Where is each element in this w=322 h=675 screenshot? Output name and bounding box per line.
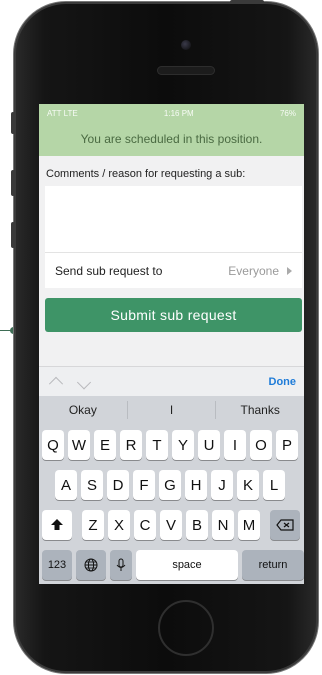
globe-key[interactable] [76,550,106,580]
suggestion-3[interactable]: Thanks [216,403,304,417]
battery-label: 76% [279,108,296,118]
submit-sub-request-button[interactable]: Submit sub request [45,298,302,332]
key-j[interactable]: J [211,470,233,500]
comments-textarea[interactable] [45,186,302,252]
volume-up-button [11,170,15,196]
numbers-key[interactable]: 123 [42,550,72,580]
send-to-row[interactable]: Send sub request to Everyone [45,252,302,288]
carrier-label: ATT LTE [47,108,78,118]
key-row-3: Z X C V B N M [42,510,300,540]
suggestion-1[interactable]: Okay [39,403,127,417]
backspace-icon [276,519,294,531]
return-key[interactable]: return [242,550,304,580]
key-p[interactable]: P [276,430,298,460]
keyboard-accessory-bar: Done [39,366,304,396]
keyboard: Okay I Thanks Q W E R T Y U I O P A S D … [39,396,304,584]
key-x[interactable]: X [108,510,130,540]
field-nav [48,373,103,391]
key-v[interactable]: V [160,510,182,540]
key-s[interactable]: S [81,470,103,500]
comments-label: Comments / reason for requesting a sub: [46,168,246,180]
submit-button-label: Submit sub request [110,307,237,323]
key-y[interactable]: Y [172,430,194,460]
done-button[interactable]: Done [269,376,297,388]
key-z[interactable]: Z [82,510,104,540]
scheduled-banner-text: You are scheduled in this position. [80,132,263,146]
key-row-1: Q W E R T Y U I O P [42,430,298,460]
dictation-key[interactable] [110,550,132,580]
key-h[interactable]: H [185,470,207,500]
key-row-bottom: 123 space return [42,550,304,580]
delete-key[interactable] [270,510,300,540]
predictive-bar: Okay I Thanks [39,396,304,424]
shift-key[interactable] [42,510,72,540]
send-to-value-group: Everyone [228,264,292,278]
key-k[interactable]: K [237,470,259,500]
volume-down-button [11,222,15,248]
globe-icon [84,558,98,572]
key-b[interactable]: B [186,510,208,540]
home-button[interactable] [158,600,214,656]
key-row-2: A S D F G H J K L [55,470,285,500]
front-camera [181,40,191,50]
shift-arrow-icon [51,519,63,530]
power-button [230,0,264,4]
screen: ATT LTE 1:16 PM 76% You are scheduled in… [39,104,304,584]
key-q[interactable]: Q [42,430,64,460]
key-i[interactable]: I [224,430,246,460]
chevron-down-icon[interactable] [77,374,92,389]
key-d[interactable]: D [107,470,129,500]
status-bar: ATT LTE 1:16 PM 76% [39,104,304,122]
key-n[interactable]: N [212,510,234,540]
key-f[interactable]: F [133,470,155,500]
key-r[interactable]: R [120,430,142,460]
mute-switch [11,112,15,134]
suggestion-2[interactable]: I [128,403,216,417]
key-l[interactable]: L [263,470,285,500]
chevron-right-icon [287,266,292,275]
key-o[interactable]: O [250,430,272,460]
key-t[interactable]: T [146,430,168,460]
chevron-up-icon[interactable] [48,376,64,391]
key-u[interactable]: U [198,430,220,460]
key-e[interactable]: E [94,430,116,460]
scheduled-banner: You are scheduled in this position. [39,122,304,156]
earpiece-speaker [157,66,215,75]
send-to-label: Send sub request to [55,263,163,278]
send-to-value: Everyone [228,263,279,278]
key-w[interactable]: W [68,430,90,460]
microphone-icon [116,558,126,571]
clock-label: 1:16 PM [163,108,194,118]
key-g[interactable]: G [159,470,181,500]
space-key[interactable]: space [136,550,238,580]
key-c[interactable]: C [134,510,156,540]
key-a[interactable]: A [55,470,77,500]
key-m[interactable]: M [238,510,260,540]
